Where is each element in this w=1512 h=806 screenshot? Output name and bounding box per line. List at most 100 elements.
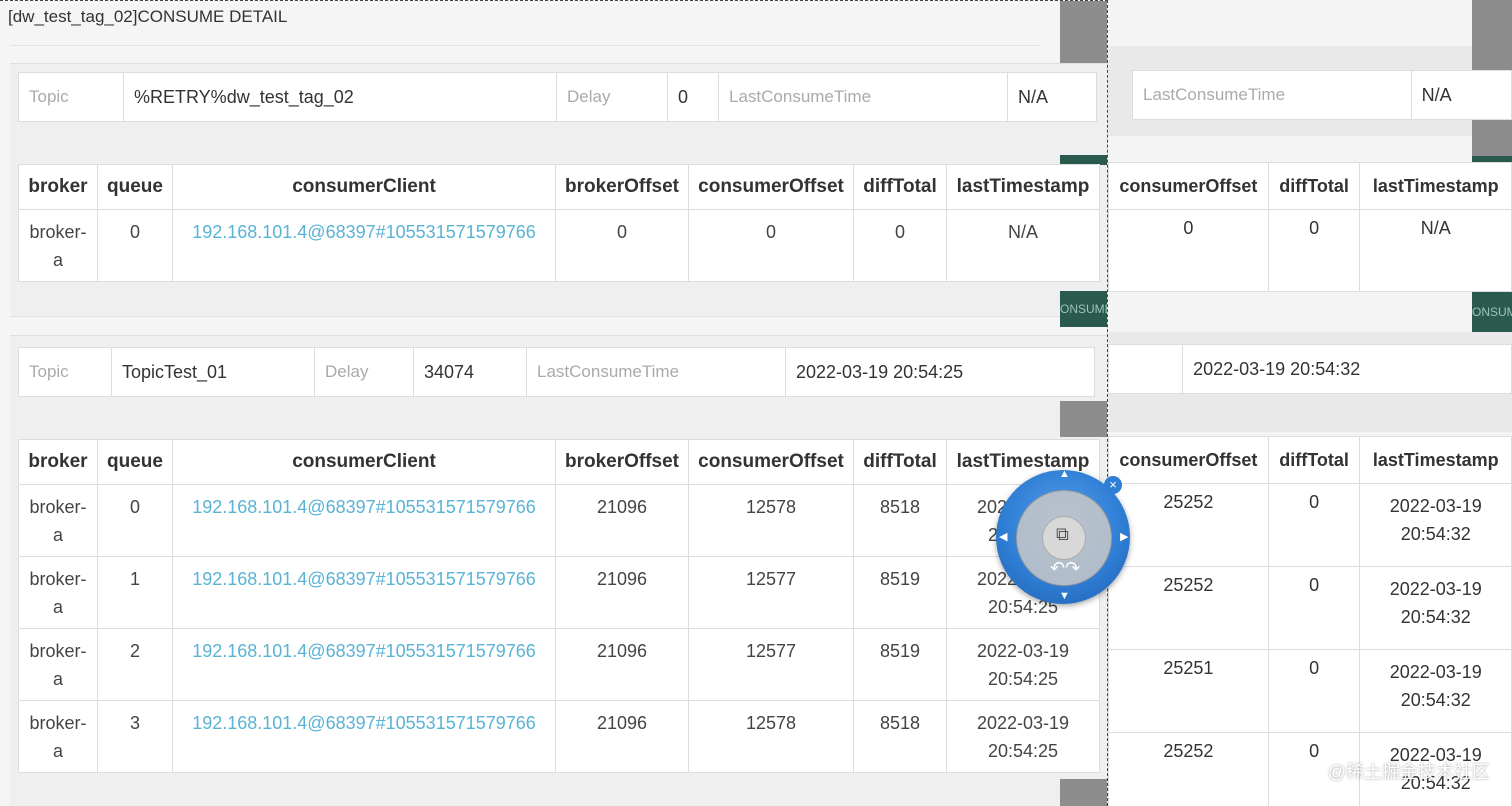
col-consumer-offset[interactable]: consumerOffset (688, 439, 854, 485)
queue-table-2: broker queue consumerClient brokerOffset… (18, 439, 1100, 773)
topic-value: %RETRY%dw_test_tag_02 (123, 72, 557, 122)
cell-consumer-client: 192.168.101.4@68397#105531571579766 (172, 484, 556, 557)
delay-label: Delay (556, 72, 668, 122)
consume-detail-modal: [dw_test_tag_02]CONSUME DETAIL Topic %RE… (0, 0, 1108, 806)
cell-last-timestamp: 2022-03-19 20:54:25 (946, 628, 1100, 701)
bg-cell: 0 (1267, 566, 1361, 650)
topic-label: Topic (18, 72, 124, 122)
consumer-client-link[interactable]: 192.168.101.4@68397#105531571579766 (192, 222, 536, 242)
cell-consumer-offset: 12578 (688, 700, 854, 773)
consumer-client-link[interactable]: 192.168.101.4@68397#105531571579766 (192, 713, 536, 733)
col-broker-offset[interactable]: brokerOffset (555, 164, 689, 210)
last-consume-time-label: LastConsumeTime (526, 347, 786, 397)
table-row: broker-a 0 192.168.101.4@68397#105531571… (18, 484, 1100, 557)
watermark: @稀土掘金技术社区 (1327, 762, 1490, 782)
cell-broker: broker-a (18, 484, 98, 557)
bg-table-2: consumerOffset diffTotal lastTimestamp 2… (1108, 436, 1512, 806)
col-queue[interactable]: queue (97, 439, 173, 485)
bg-cell: 0 (1267, 209, 1361, 292)
bg-table-1: consumerOffset diffTotal lastTimestamp 0… (1108, 162, 1512, 292)
rotate-icon[interactable]: ↶↷ (1050, 558, 1080, 579)
cell-queue: 2 (97, 628, 173, 701)
cell-broker-offset: 0 (555, 209, 689, 282)
cell-queue: 1 (97, 556, 173, 629)
last-consume-time-label: LastConsumeTime (718, 72, 1008, 122)
cell-consumer-client: 192.168.101.4@68397#105531571579766 (172, 209, 556, 282)
table-row: broker-a 3 192.168.101.4@68397#105531571… (18, 700, 1100, 773)
cell-queue: 0 (97, 484, 173, 557)
table-row: broker-a 0 192.168.101.4@68397#105531571… (18, 209, 1100, 282)
col-last-timestamp[interactable]: lastTimestamp (946, 164, 1100, 210)
table-row: broker-a 2 192.168.101.4@68397#105531571… (18, 628, 1100, 701)
bg-cell: 25251 (1108, 649, 1269, 733)
cell-queue: 0 (97, 209, 173, 282)
consumer-client-link[interactable]: 192.168.101.4@68397#105531571579766 (192, 641, 536, 661)
arrow-down-icon[interactable]: ▼ (1059, 590, 1070, 602)
col-broker[interactable]: broker (18, 439, 98, 485)
cell-consumer-offset: 12577 (688, 628, 854, 701)
col-diff-total[interactable]: diffTotal (853, 164, 947, 210)
table-row: broker-a 1 192.168.101.4@68397#105531571… (18, 556, 1100, 629)
cell-diff-total: 8518 (853, 700, 947, 773)
col-broker[interactable]: broker (18, 164, 98, 210)
bg-info-table-2: 2022-03-19 20:54:32 (1108, 344, 1512, 394)
col-consumer-client[interactable]: consumerClient (172, 164, 556, 210)
delay-value: 34074 (413, 347, 527, 397)
topic-value: TopicTest_01 (111, 347, 315, 397)
cell-broker-offset: 21096 (555, 556, 689, 629)
bg-col-consumer-offset: consumerOffset (1108, 162, 1269, 210)
floating-nav-widget[interactable]: ▲ ▼ ◀ ▶ ⧉ ↶↷ × (996, 466, 1134, 604)
col-consumer-offset[interactable]: consumerOffset (688, 164, 854, 210)
col-diff-total[interactable]: diffTotal (853, 439, 947, 485)
scroll-strip (1060, 779, 1107, 806)
bg-cell: 2022-03-19 20:54:32 (1359, 483, 1512, 567)
title-divider (10, 45, 1040, 46)
consumer-client-link[interactable]: 192.168.101.4@68397#105531571579766 (192, 569, 536, 589)
arrow-up-icon[interactable]: ▲ (1059, 468, 1070, 480)
cell-broker-offset: 21096 (555, 700, 689, 773)
cell-broker-offset: 21096 (555, 484, 689, 557)
bg-cell: 0 (1108, 209, 1269, 292)
col-consumer-client[interactable]: consumerClient (172, 439, 556, 485)
bg-cell: 25252 (1108, 732, 1269, 806)
delay-label: Delay (314, 347, 414, 397)
topic-label: Topic (18, 347, 112, 397)
cell-broker: broker-a (18, 628, 98, 701)
arrow-right-icon[interactable]: ▶ (1120, 530, 1128, 543)
bg-cell: 2022-03-19 20:54:32 (1359, 649, 1512, 733)
cell-queue: 3 (97, 700, 173, 773)
bg-cell: 2022-03-19 20:54:32 (1359, 566, 1512, 650)
bg-col-last-timestamp: lastTimestamp (1359, 436, 1512, 484)
cell-last-timestamp: 2022-03-19 20:54:25 (946, 700, 1100, 773)
scroll-strip (1060, 401, 1107, 437)
bg-cell-empty (1108, 344, 1184, 394)
col-broker-offset[interactable]: brokerOffset (555, 439, 689, 485)
bg-last-consume-value-2: 2022-03-19 20:54:32 (1182, 344, 1512, 394)
cell-broker: broker-a (18, 209, 98, 282)
consume-tab[interactable]: ONSUME (1060, 291, 1107, 327)
cell-last-timestamp: N/A (946, 209, 1100, 282)
cell-consumer-client: 192.168.101.4@68397#105531571579766 (172, 700, 556, 773)
bg-cell: N/A (1359, 209, 1512, 292)
bg-label-last-consume: LastConsumeTime (1132, 70, 1412, 120)
last-consume-time-value: 2022-03-19 20:54:25 (785, 347, 1095, 397)
consumer-client-link[interactable]: 192.168.101.4@68397#105531571579766 (192, 497, 536, 517)
bg-col-last-timestamp: lastTimestamp (1359, 162, 1512, 210)
cell-consumer-offset: 0 (688, 209, 854, 282)
topic-info-2: Topic TopicTest_01 Delay 34074 LastConsu… (18, 347, 1095, 397)
col-queue[interactable]: queue (97, 164, 173, 210)
last-consume-time-value: N/A (1007, 72, 1097, 122)
cell-broker: broker-a (18, 700, 98, 773)
close-icon[interactable]: × (1104, 476, 1122, 494)
topic-info-1: Topic %RETRY%dw_test_tag_02 Delay 0 Last… (18, 72, 1097, 122)
background-window: LastConsumeTime N/A consumerOffset diffT… (1108, 0, 1512, 806)
delay-value: 0 (667, 72, 719, 122)
cell-broker: broker-a (18, 556, 98, 629)
cell-broker-offset: 21096 (555, 628, 689, 701)
cell-consumer-client: 192.168.101.4@68397#105531571579766 (172, 556, 556, 629)
cell-diff-total: 0 (853, 209, 947, 282)
home-icon[interactable]: ⧉ (1056, 524, 1069, 545)
arrow-left-icon[interactable]: ◀ (999, 530, 1007, 543)
modal-title: [dw_test_tag_02]CONSUME DETAIL (8, 7, 288, 26)
bg-cell: 0 (1267, 483, 1361, 567)
